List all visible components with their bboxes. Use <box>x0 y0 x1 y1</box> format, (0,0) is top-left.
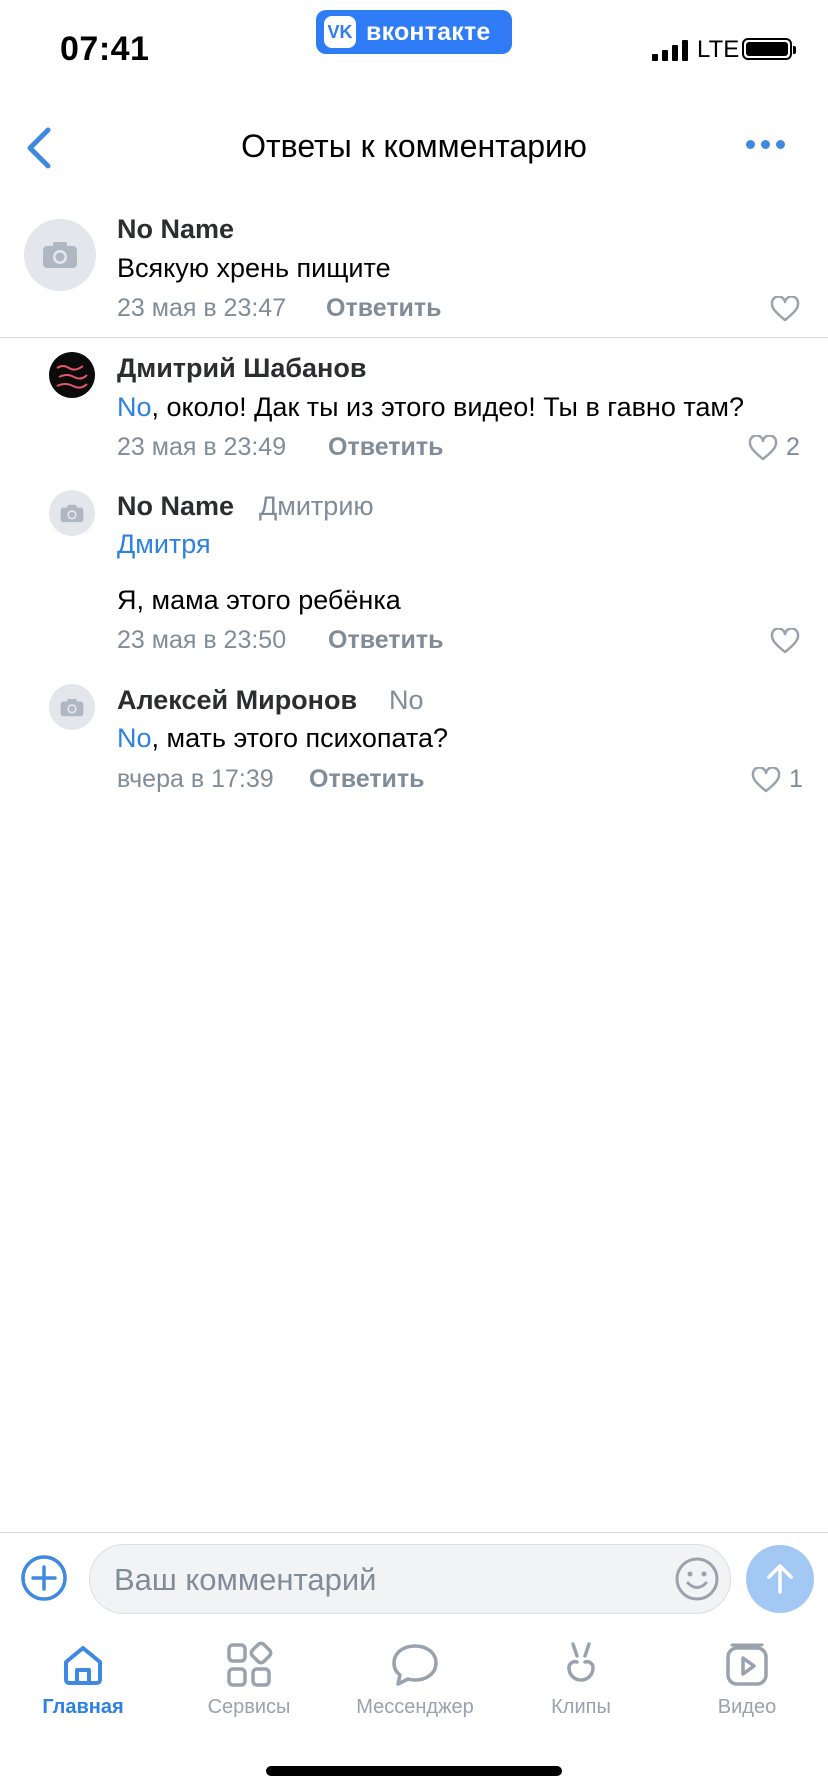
arrow-up-icon <box>767 1564 793 1594</box>
camera-icon <box>43 242 77 268</box>
vk-brand-pill[interactable]: VK вконтакте <box>316 10 512 54</box>
comment-author[interactable]: No Name <box>117 491 234 522</box>
heart-icon <box>770 628 800 654</box>
comment-text: Я, мама этого ребёнка <box>117 585 401 615</box>
reply-button[interactable]: Ответить <box>326 294 442 323</box>
comment-input[interactable] <box>112 1555 656 1605</box>
tab-label: Главная <box>42 1696 124 1718</box>
like-button[interactable]: 2 <box>748 433 800 462</box>
status-bar: 07:41 VK вконтакте LTE <box>0 0 828 100</box>
like-button[interactable] <box>770 628 800 654</box>
like-button[interactable]: 1 <box>751 765 803 794</box>
services-icon <box>227 1641 273 1687</box>
tab-label: Видео <box>717 1696 777 1718</box>
tab-home[interactable]: Главная <box>0 1630 166 1740</box>
comment-date: 23 мая в 23:49 <box>117 433 287 461</box>
home-indicator[interactable] <box>266 1766 562 1776</box>
home-icon <box>64 1646 102 1685</box>
comment-text: Всякую хрень пищите <box>117 253 391 283</box>
network-label: LTE <box>697 36 740 63</box>
avatar[interactable] <box>49 490 95 536</box>
attach-button[interactable] <box>20 1554 68 1602</box>
reply-addressee[interactable]: Дмитрию <box>259 491 374 522</box>
emoji-button[interactable] <box>674 1556 720 1602</box>
more-button[interactable] <box>746 140 785 149</box>
avatar[interactable] <box>49 684 95 730</box>
comment-text: No, около! Дак ты из этого видео! Ты в г… <box>117 392 744 423</box>
vk-logo-icon: VK <box>324 16 356 48</box>
camera-icon <box>60 698 84 716</box>
tab-video[interactable]: Видео <box>664 1630 828 1740</box>
nav-header: Ответы к комментарию <box>0 100 828 200</box>
smile-icon <box>675 1557 719 1601</box>
status-time: 07:41 <box>60 30 150 68</box>
comment-body: , мать этого психопата? <box>151 723 449 753</box>
like-button[interactable] <box>770 296 800 322</box>
messenger-icon <box>392 1644 438 1686</box>
battery-icon <box>742 38 796 60</box>
comment-date: 23 мая в 23:47 <box>117 294 287 322</box>
mention-link[interactable]: Дмитря <box>117 529 211 560</box>
plus-circle-icon <box>21 1555 67 1601</box>
reply-button[interactable]: Ответить <box>328 433 444 462</box>
comment-input-wrapper <box>89 1544 731 1614</box>
tab-messenger[interactable]: Мессенджер <box>332 1630 498 1740</box>
reply-comment: Дмитрий Шабанов No, около! Дак ты из это… <box>0 348 828 468</box>
reply-button[interactable]: Ответить <box>328 626 444 655</box>
reply-button[interactable]: Ответить <box>309 765 425 794</box>
comment-author[interactable]: Алексей Миронов <box>117 685 357 716</box>
reply-comment: Алексей Миронов No No, мать этого психоп… <box>0 680 828 800</box>
mention-link[interactable]: No <box>117 723 152 753</box>
comment-author[interactable]: Дмитрий Шабанов <box>117 353 366 384</box>
vk-brand-name: вконтакте <box>366 17 491 46</box>
avatar[interactable] <box>24 219 96 291</box>
divider <box>0 337 828 338</box>
tab-label: Мессенджер <box>356 1696 474 1718</box>
heart-icon <box>748 434 778 460</box>
comment-date: вчера в 17:39 <box>117 765 274 793</box>
signal-icon <box>652 39 688 61</box>
reply-addressee[interactable]: No <box>389 685 424 716</box>
comment-text: No, мать этого психопата? <box>117 723 448 754</box>
heart-icon <box>770 296 800 322</box>
comment-body: , около! Дак ты из этого видео! Ты в гав… <box>151 392 745 422</box>
avatar[interactable] <box>49 352 95 398</box>
root-comment: No Name Всякую хрень пищите 23 мая в 23:… <box>0 210 828 336</box>
reply-comment: No Name Дмитрию Дмитря Я, мама этого реб… <box>0 486 828 661</box>
send-button[interactable] <box>746 1545 814 1613</box>
comment-composer <box>0 1532 828 1629</box>
tab-label: Клипы <box>551 1696 611 1718</box>
heart-icon <box>751 766 781 792</box>
tab-label: Сервисы <box>207 1696 291 1718</box>
avatar-image-icon <box>56 365 88 389</box>
comment-date: 23 мая в 23:50 <box>117 626 287 654</box>
more-dots-icon <box>746 140 755 149</box>
camera-icon <box>60 504 84 522</box>
comment-author[interactable]: No Name <box>117 214 234 245</box>
clips-icon <box>567 1642 595 1682</box>
tab-services[interactable]: Сервисы <box>166 1630 332 1740</box>
tab-clips[interactable]: Клипы <box>498 1630 664 1740</box>
mention-link[interactable]: No <box>117 392 152 422</box>
like-count: 1 <box>789 765 803 793</box>
video-icon <box>726 1643 768 1686</box>
like-count: 2 <box>786 433 800 461</box>
page-title: Ответы к комментарию <box>241 128 587 164</box>
